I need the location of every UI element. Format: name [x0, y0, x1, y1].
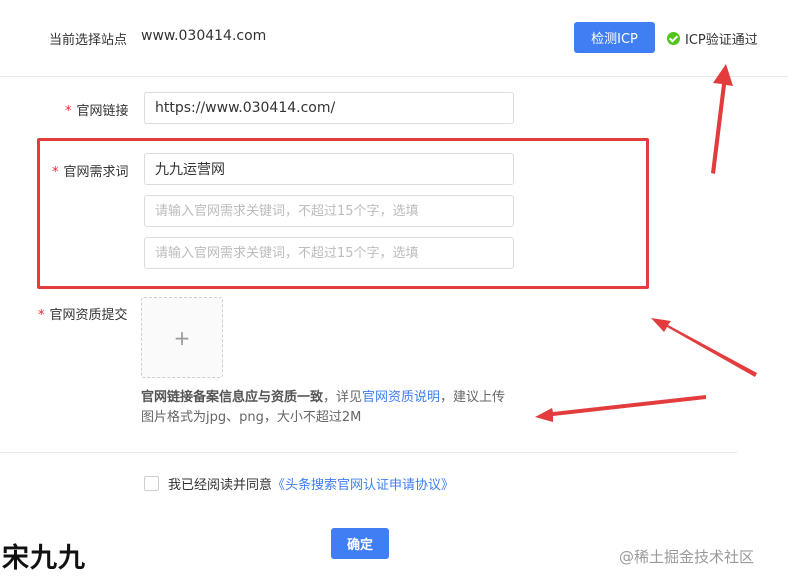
keyword-input-2[interactable] — [144, 195, 514, 227]
qualification-doc-link[interactable]: 官网资质说明 — [362, 390, 440, 405]
confirm-button[interactable]: 确定 — [331, 528, 389, 559]
keyword-input-3[interactable] — [144, 237, 514, 269]
arrow-to-highlight-box — [651, 318, 757, 377]
site-label: 当前选择站点 — [49, 33, 128, 48]
site-watermark: @稀土掘金技术社区 — [619, 548, 755, 566]
annotation-arrows — [535, 64, 757, 422]
header-divider — [0, 76, 788, 77]
form-divider — [0, 452, 737, 453]
agreement-row: 我已经阅读并同意 《头条搜索官网认证申请协议》 — [144, 474, 454, 493]
agreement-link[interactable]: 《头条搜索官网认证申请协议》 — [272, 474, 454, 493]
site-value: www.030414.com — [141, 28, 267, 44]
plus-icon: + — [173, 325, 191, 350]
required-mark: * — [52, 165, 59, 180]
check-circle-icon — [667, 32, 680, 45]
keywords-label: * 官网需求词 — [52, 165, 129, 180]
author-watermark: 宋九九 — [2, 543, 86, 574]
required-mark: * — [65, 104, 72, 119]
upload-button[interactable]: + — [141, 297, 223, 378]
agree-checkbox[interactable] — [144, 476, 159, 491]
keyword-input-1[interactable] — [144, 153, 514, 185]
qualification-label: * 官网资质提交 — [38, 308, 128, 323]
required-mark: * — [38, 308, 45, 323]
icp-status-text: ICP验证通过 — [685, 33, 758, 48]
site-header: 当前选择站点 www.030414.com 检测ICP ICP验证通过 — [0, 0, 788, 76]
arrow-to-hint — [535, 395, 706, 422]
link-label: * 官网链接 — [65, 104, 129, 119]
agreement-text: 我已经阅读并同意 — [168, 478, 273, 493]
upload-hint: 官网链接备案信息应与资质一致，详见官网资质说明，建议上传图片格式为jpg、png… — [141, 390, 506, 425]
link-input[interactable] — [144, 92, 514, 124]
arrow-to-icp-status — [711, 64, 733, 174]
icp-status: ICP验证通过 — [667, 29, 758, 48]
check-icp-button[interactable]: 检测ICP — [574, 22, 655, 53]
